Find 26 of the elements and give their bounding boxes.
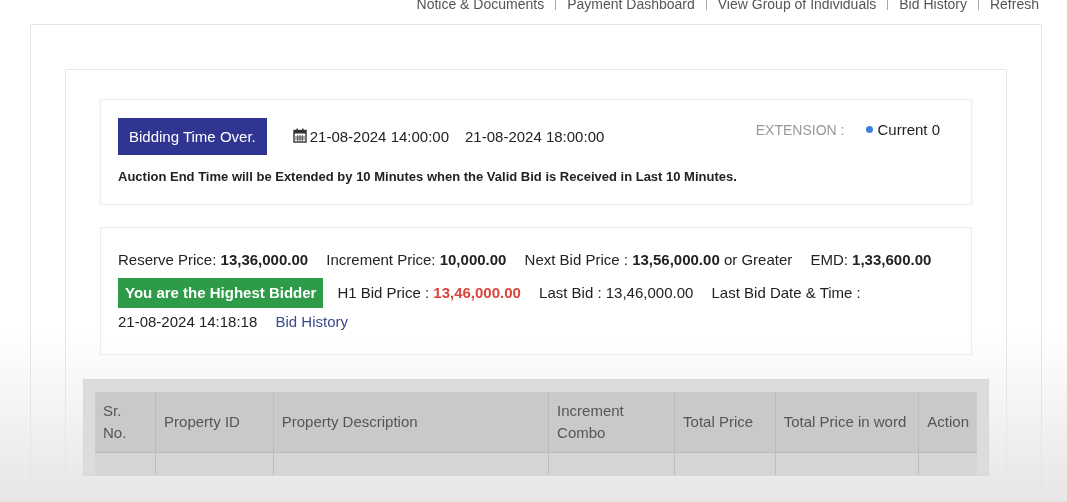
column-header: Property Description (273, 392, 549, 453)
status-badge: Bidding Time Over. (118, 118, 267, 155)
bid-history-link[interactable]: Bid History (275, 313, 348, 330)
status-dot (866, 126, 874, 133)
column-header: Increment Combo (548, 392, 675, 453)
column-header: Sr. No. (95, 392, 156, 453)
end-time: 21-08-2024 18:00:00 (465, 128, 605, 145)
h1-price-value: 13,46,000.00 (433, 284, 521, 301)
extension-note: Auction End Time will be Extended by 10 Minutes when the Valid Bid is Received in Last 10 Minutes. (118, 169, 738, 184)
price-info: Next Bid Price : 13,56,000.00 or Greater (524, 251, 793, 268)
highest-bidder-badge: You are the Highest Bidder (118, 278, 324, 308)
start-time: 21-08-2024 14:00:00 (309, 128, 450, 145)
column-header: Action (918, 392, 977, 453)
last-bid: Last Bid : 13,46,000.00 (539, 284, 694, 301)
h1-price-label: H1 Bid Price : (337, 284, 430, 301)
extension-label: EXTENSION : (755, 121, 845, 138)
column-header: Total Price (674, 392, 776, 453)
column-header: Total Price in word (775, 392, 919, 453)
last-bid-time: 21-08-2024 14:18:18 (118, 313, 258, 330)
extension-count: Current 0 (877, 121, 940, 138)
calendar-icon (292, 127, 307, 143)
price-info: EMD: 1,33,600.00 (810, 251, 932, 268)
price-info: Increment Price: 10,000.00 (326, 251, 507, 268)
price-info: Reserve Price: 13,36,000.00 (118, 251, 309, 268)
column-header: Property ID (155, 392, 274, 453)
last-bid-time-label: Last Bid Date & Time : (711, 284, 861, 301)
